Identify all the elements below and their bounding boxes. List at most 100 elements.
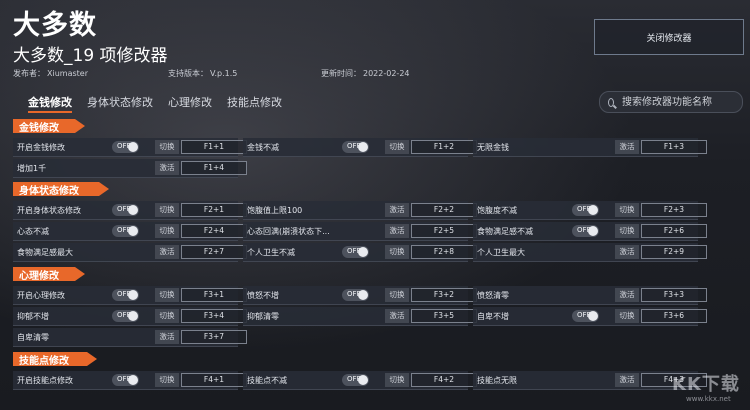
action-tag: 激活 xyxy=(155,330,179,344)
hotkey-field[interactable]: F2+8 xyxy=(411,245,477,259)
cheat-toggle[interactable]: OFF xyxy=(112,141,139,153)
cheat-toggle[interactable]: OFF xyxy=(112,374,139,386)
cheat-label: 开启技能点修改 xyxy=(17,376,73,385)
cheat-label: 技能点无限 xyxy=(477,376,517,385)
hotkey-field[interactable]: F2+4 xyxy=(181,224,247,238)
hotkey-field[interactable]: F1+4 xyxy=(181,161,247,175)
cheat-toggle[interactable]: OFF xyxy=(112,310,139,322)
tab-body-status[interactable]: 身体状态修改 xyxy=(87,94,153,110)
cheat-row: 心态不减 OFF 切换 F2+4 xyxy=(13,222,247,241)
cheat-label: 心态不减 xyxy=(17,227,49,236)
action-tag: 切换 xyxy=(615,203,639,217)
hotkey-field[interactable]: F2+9 xyxy=(641,245,707,259)
action-tag: 切换 xyxy=(615,224,639,238)
hotkey-field[interactable]: F3+1 xyxy=(181,288,247,302)
toggle-knob xyxy=(588,205,598,215)
hotkey-field[interactable]: F2+3 xyxy=(641,203,707,217)
cheat-label: 自卑不增 xyxy=(477,312,509,321)
cheat-toggle[interactable]: OFF xyxy=(342,289,369,301)
toggle-knob xyxy=(128,375,138,385)
cheat-row: 饱腹值上限100 激活 F2+2 xyxy=(243,201,477,220)
cheat-label: 食物满足感不减 xyxy=(477,227,533,236)
cheat-label: 个人卫生不减 xyxy=(247,248,295,257)
action-tag: 切换 xyxy=(155,140,179,154)
cheat-toggle[interactable]: OFF xyxy=(112,225,139,237)
cheat-toggle[interactable]: OFF xyxy=(112,204,139,216)
cheat-row: 个人卫生不减 OFF 切换 F2+8 xyxy=(243,243,477,262)
action-tag: 切换 xyxy=(155,309,179,323)
cheat-row: 开启身体状态修改 OFF 切换 F2+1 xyxy=(13,201,247,220)
updated-value: 2022-02-24 xyxy=(363,69,410,78)
close-trainer-button[interactable]: 关闭修改器 xyxy=(594,19,744,55)
app-header: 大多数 大多数_19 项修改器 发布者： Xiumaster 支持版本： V.p.1… xyxy=(0,0,750,92)
action-tag: 切换 xyxy=(155,373,179,387)
hotkey-field[interactable]: F2+6 xyxy=(641,224,707,238)
hotkey-field[interactable]: F4+2 xyxy=(411,373,477,387)
action-tag: 激活 xyxy=(385,203,409,217)
action-tag: 激活 xyxy=(155,245,179,259)
action-tag: 切换 xyxy=(155,203,179,217)
hotkey-field[interactable]: F3+6 xyxy=(641,309,707,323)
tab-psychology[interactable]: 心理修改 xyxy=(168,94,212,110)
cheat-toggle[interactable]: OFF xyxy=(342,246,369,258)
action-tag: 切换 xyxy=(155,224,179,238)
cheat-row: 自卑不增 OFF 切换 F3+6 xyxy=(473,307,707,326)
cheat-toggle[interactable]: OFF xyxy=(572,225,599,237)
cheat-toggle[interactable]: OFF xyxy=(572,310,599,322)
hotkey-field[interactable]: F4+1 xyxy=(181,373,247,387)
tab-skill-points[interactable]: 技能点修改 xyxy=(227,94,282,110)
cheat-toggle[interactable]: OFF xyxy=(342,141,369,153)
cheat-label: 自卑清零 xyxy=(17,333,49,342)
cheat-row: 技能点无限 激活 F4+3 xyxy=(473,371,707,390)
hotkey-field[interactable]: F2+1 xyxy=(181,203,247,217)
cheat-row: 饱腹度不减 OFF 切换 F2+3 xyxy=(473,201,707,220)
app-title: 大多数 xyxy=(13,10,97,41)
cheat-toggle[interactable]: OFF xyxy=(572,204,599,216)
action-tag: 切换 xyxy=(385,140,409,154)
cheat-label: 抑郁清零 xyxy=(247,312,279,321)
hotkey-field[interactable]: F3+2 xyxy=(411,288,477,302)
action-tag: 切换 xyxy=(155,288,179,302)
cheat-row: 愤怒不增 OFF 切换 F3+2 xyxy=(243,286,477,305)
cheat-label: 愤怒不增 xyxy=(247,291,279,300)
toggle-knob xyxy=(588,311,598,321)
hotkey-field[interactable]: F2+7 xyxy=(181,245,247,259)
publisher-value: Xiumaster xyxy=(47,69,88,78)
cheat-label: 无限金钱 xyxy=(477,143,509,152)
search-icon xyxy=(608,97,614,107)
cheat-label: 饱腹值上限100 xyxy=(247,206,303,215)
cheat-label: 技能点不减 xyxy=(247,376,287,385)
cheat-row: 食物满足感最大 激活 F2+7 xyxy=(13,243,247,262)
toggle-knob xyxy=(358,142,368,152)
action-tag: 激活 xyxy=(155,161,179,175)
hotkey-field[interactable]: F3+7 xyxy=(181,330,247,344)
search-box[interactable] xyxy=(599,91,743,113)
toggle-knob xyxy=(128,226,138,236)
cheat-label: 愤怒清零 xyxy=(477,291,509,300)
hotkey-field[interactable]: F2+2 xyxy=(411,203,477,217)
tab-money[interactable]: 金钱修改 xyxy=(28,94,72,110)
search-input[interactable] xyxy=(620,95,742,109)
hotkey-field[interactable]: F3+4 xyxy=(181,309,247,323)
version-value: V.p.1.5 xyxy=(210,69,238,78)
hotkey-field[interactable]: F1+2 xyxy=(411,140,477,154)
category-tabs: 金钱修改 身体状态修改 心理修改 技能点修改 xyxy=(28,94,297,110)
cheat-toggle[interactable]: OFF xyxy=(112,289,139,301)
hotkey-field[interactable]: F1+3 xyxy=(641,140,707,154)
hotkey-field[interactable]: F1+1 xyxy=(181,140,247,154)
hotkey-field[interactable]: F2+5 xyxy=(411,224,477,238)
cheat-label: 开启金钱修改 xyxy=(17,143,65,152)
action-tag: 切换 xyxy=(615,309,639,323)
cheat-toggle[interactable]: OFF xyxy=(342,374,369,386)
hotkey-field[interactable]: F3+3 xyxy=(641,288,707,302)
toggle-knob xyxy=(358,375,368,385)
action-tag: 激活 xyxy=(385,224,409,238)
action-tag: 激活 xyxy=(385,309,409,323)
cheat-row: 开启金钱修改 OFF 切换 F1+1 xyxy=(13,138,247,157)
hotkey-field[interactable]: F3+5 xyxy=(411,309,477,323)
section-header: 技能点修改 xyxy=(13,352,97,366)
section-header: 金钱修改 xyxy=(13,119,85,133)
action-tag: 切换 xyxy=(385,245,409,259)
toggle-knob xyxy=(128,142,138,152)
section-header: 心理修改 xyxy=(13,267,85,281)
